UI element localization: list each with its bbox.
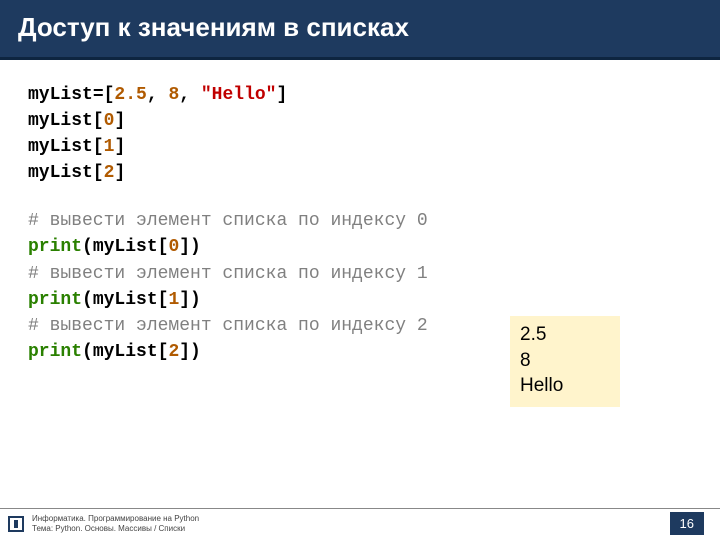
code-comment-1: # вывести элемент списка по индексу 1 (28, 261, 720, 287)
footer-line-1: Информатика. Программирование на Python (32, 514, 199, 524)
code-line-2: myList[0] (28, 108, 720, 134)
code-line-4: myList[2] (28, 160, 720, 186)
slide-footer: Информатика. Программирование на Python … (0, 508, 720, 540)
footer-left: Информатика. Программирование на Python … (8, 514, 199, 533)
code-line-3: myList[1] (28, 134, 720, 160)
code-print-1: print(myList[1]) (28, 287, 720, 313)
output-line-2: 8 (520, 348, 610, 374)
page-number: 16 (670, 512, 704, 535)
slide-header: Доступ к значениям в списках (0, 0, 720, 60)
output-box: 2.5 8 Hello (510, 316, 620, 407)
output-line-1: 2.5 (520, 322, 610, 348)
slide-content: myList=[2.5, 8, "Hello"] myList[0] myLis… (0, 60, 720, 365)
code-comment-0: # вывести элемент списка по индексу 0 (28, 208, 720, 234)
slide-title: Доступ к значениям в списках (18, 12, 702, 43)
code-line-1: myList=[2.5, 8, "Hello"] (28, 82, 720, 108)
footer-text: Информатика. Программирование на Python … (32, 514, 199, 533)
footer-logo-icon (8, 516, 24, 532)
footer-line-2: Тема: Python. Основы. Массивы / Списки (32, 524, 199, 534)
output-line-3: Hello (520, 373, 610, 399)
code-print-0: print(myList[0]) (28, 234, 720, 260)
